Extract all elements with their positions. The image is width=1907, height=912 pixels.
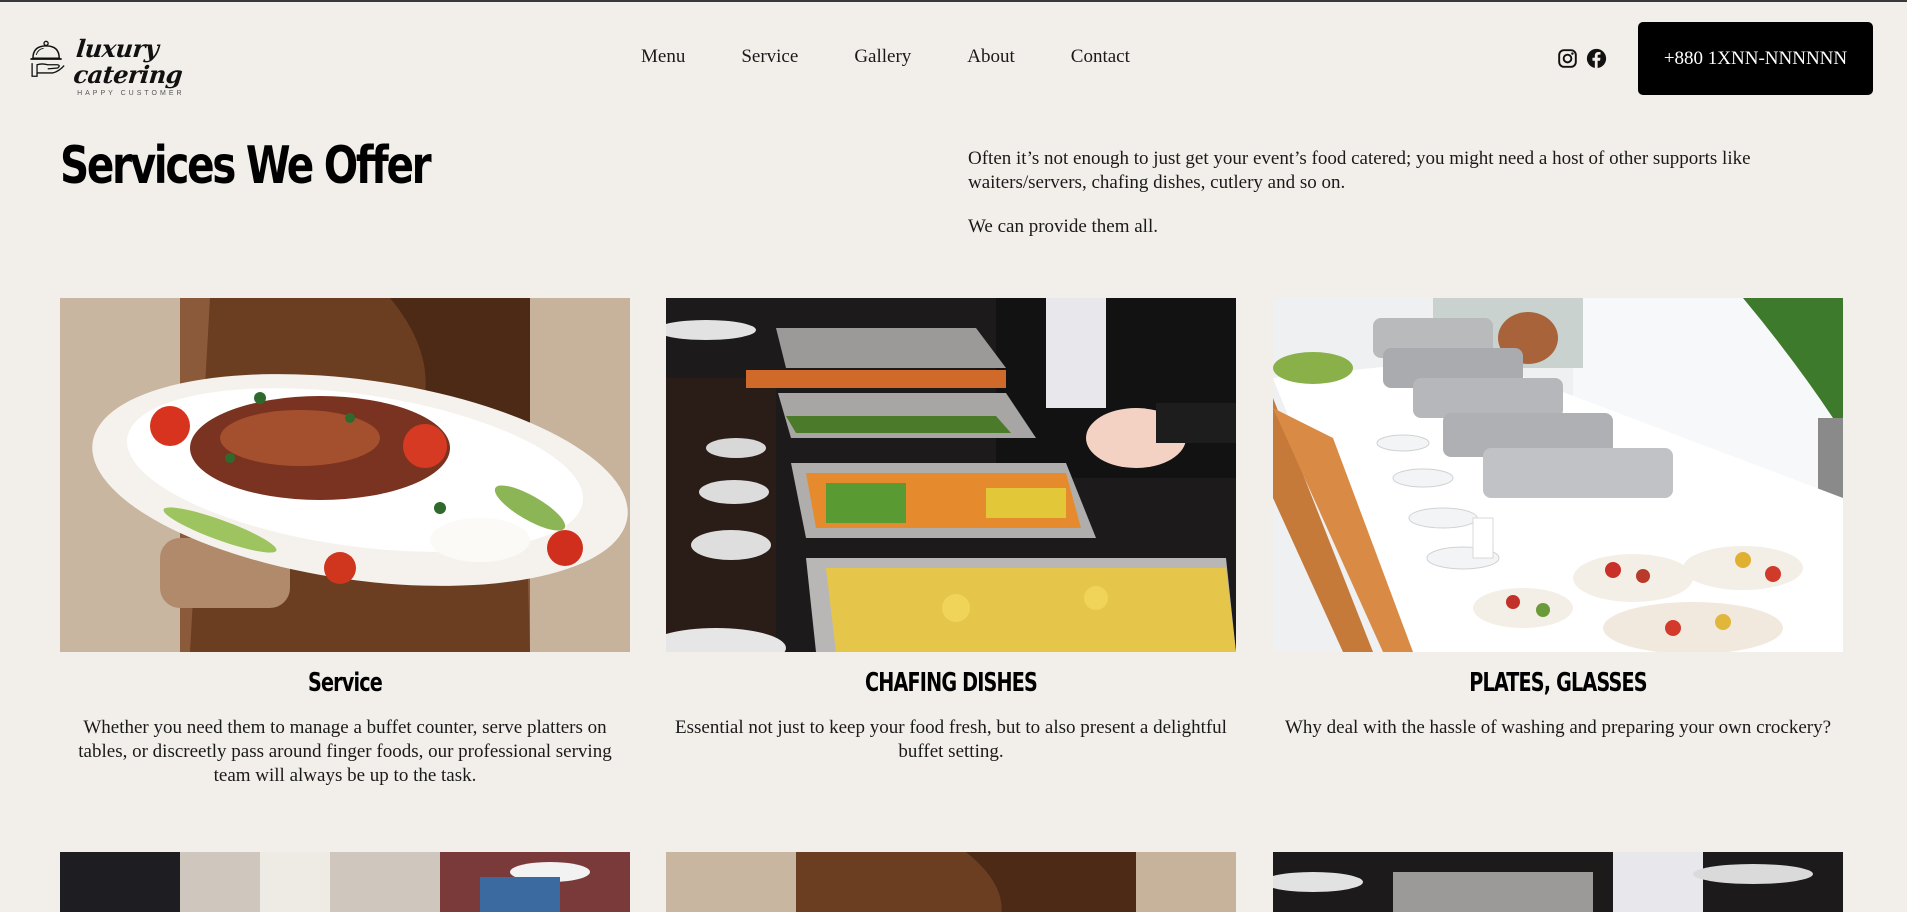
instagram-icon[interactable] bbox=[1557, 48, 1578, 69]
card-image-buffet-service[interactable] bbox=[60, 852, 630, 912]
site-header: luxury catering HAPPY CUSTOMER Menu Serv… bbox=[0, 2, 1907, 114]
nav-item-gallery[interactable]: Gallery bbox=[854, 46, 911, 68]
intro-paragraph: We can provide them all. bbox=[968, 216, 1158, 237]
brand-tagline: HAPPY CUSTOMER bbox=[77, 90, 185, 97]
nav-item-about[interactable]: About bbox=[967, 46, 1015, 68]
card-text: Whether you need them to manage a buffet… bbox=[78, 717, 612, 786]
card-title: PLATES, GLASSES bbox=[1469, 668, 1647, 698]
service-card: Service Whether you need them to manage … bbox=[60, 298, 630, 788]
plates-glasses-card: PLATES, GLASSES Why deal with the hassle… bbox=[1273, 298, 1843, 740]
card-image-waiter-platter[interactable] bbox=[60, 298, 630, 652]
intro-text: Often it’s not enough to just get your e… bbox=[968, 147, 1828, 259]
phone-button[interactable]: +880 1XNN-NNNNNN bbox=[1638, 22, 1873, 95]
nav-item-menu[interactable]: Menu bbox=[641, 46, 685, 68]
main-nav: Menu Service Gallery About Contact bbox=[641, 46, 1186, 68]
card-image-chafing-dishes-2[interactable] bbox=[1273, 852, 1843, 912]
card-image-chafing-dishes[interactable] bbox=[666, 298, 1236, 652]
card-text: Essential not just to keep your food fre… bbox=[675, 717, 1227, 762]
cloche-icon bbox=[30, 40, 65, 77]
card-text: Why deal with the hassle of washing and … bbox=[1284, 717, 1832, 738]
page-title: Services We Offer bbox=[60, 136, 432, 196]
brand-text: luxury catering HAPPY CUSTOMER bbox=[72, 34, 238, 97]
chafing-dishes-card: CHAFING DISHES Essential not just to kee… bbox=[666, 298, 1236, 764]
card-image-waiter-platter-2[interactable] bbox=[666, 852, 1236, 912]
nav-item-contact[interactable]: Contact bbox=[1071, 46, 1130, 68]
card-image-buffet-table[interactable] bbox=[1273, 298, 1843, 652]
brand-logo[interactable]: luxury catering HAPPY CUSTOMER bbox=[28, 34, 238, 97]
nav-item-service[interactable]: Service bbox=[741, 46, 798, 68]
social-links bbox=[1557, 48, 1607, 69]
facebook-icon[interactable] bbox=[1586, 48, 1607, 69]
card-title: Service bbox=[307, 668, 383, 698]
intro-paragraph: Often it’s not enough to just get your e… bbox=[968, 148, 1751, 193]
card-title: CHAFING DISHES bbox=[864, 668, 1038, 698]
brand-name: luxury catering bbox=[72, 34, 184, 89]
